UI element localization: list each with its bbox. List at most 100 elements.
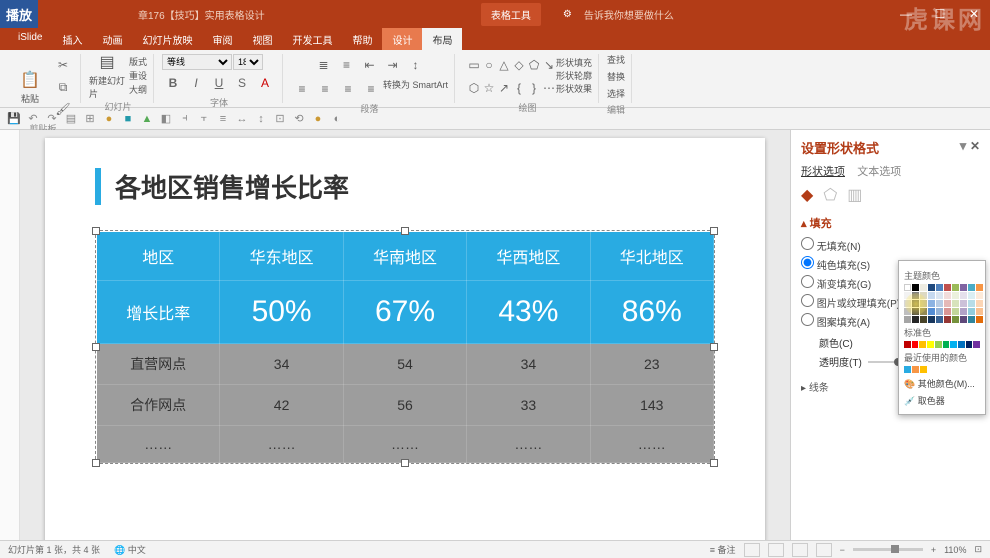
align-left-icon[interactable]: ≡ (291, 78, 313, 100)
cell[interactable]: …… (220, 426, 343, 463)
more-colors[interactable]: 🎨 其他颜色(M)... (904, 375, 980, 392)
zoom-slider[interactable] (853, 548, 923, 551)
ribbon-tab[interactable]: 帮助 (342, 28, 382, 50)
ribbon-tab[interactable]: 开发工具 (282, 28, 342, 50)
play-corner[interactable]: 播放 (0, 0, 38, 28)
outline-collapsed[interactable] (0, 130, 20, 540)
qat-btn[interactable]: ⊡ (272, 111, 288, 127)
cell[interactable]: 34 (220, 344, 343, 385)
reading-view-icon[interactable] (792, 543, 808, 557)
justify-icon[interactable]: ≡ (360, 78, 382, 100)
qat-btn[interactable]: ◐ (329, 111, 345, 127)
data-table[interactable]: 地区 华东地区 华南地区 华西地区 华北地区 增长比率 50% 67% 43% … (96, 231, 714, 463)
replace-btn[interactable]: 替换 (607, 71, 625, 84)
cell[interactable]: 86% (590, 281, 713, 344)
panel-close-icon[interactable]: ✕ (970, 139, 980, 153)
sorter-view-icon[interactable] (768, 543, 784, 557)
col-hdr[interactable]: 地区 (97, 232, 220, 281)
cell[interactable]: 54 (343, 344, 466, 385)
size-tab-icon[interactable]: ▥ (847, 185, 862, 205)
zoom-out[interactable]: − (840, 545, 845, 555)
cell[interactable]: …… (343, 426, 466, 463)
underline-icon[interactable]: U (208, 72, 230, 94)
bullets-icon[interactable]: ≣ (313, 54, 335, 76)
row-label[interactable]: …… (97, 426, 220, 463)
qat-btn[interactable]: ● (310, 111, 326, 127)
outline-btn[interactable]: 大纲 (129, 83, 147, 97)
cell[interactable]: 67% (343, 281, 466, 344)
new-slide[interactable]: ▤新建幻灯片 (89, 54, 125, 98)
fill-section[interactable]: ▴ 填充 (801, 215, 980, 231)
row-label[interactable]: 合作网点 (97, 385, 220, 426)
zoom-level[interactable]: 110% (944, 545, 966, 555)
indent-inc-icon[interactable]: ⇥ (382, 54, 404, 76)
row-label[interactable]: 直营网点 (97, 344, 220, 385)
language[interactable]: 🌐 中文 (114, 543, 146, 556)
qat-btn[interactable]: ▲ (139, 111, 155, 127)
ribbon-tab[interactable]: 插入 (52, 28, 92, 50)
reset-btn[interactable]: 重设 (129, 69, 147, 83)
cell[interactable]: 56 (343, 385, 466, 426)
qat-btn[interactable]: ■ (120, 111, 136, 127)
smartart-btn[interactable]: 转换为 SmartArt (383, 78, 448, 100)
tell-me[interactable]: 告诉我你想要做什么 (584, 7, 674, 22)
contextual-tab-table[interactable]: 表格工具 (481, 3, 541, 26)
font-select[interactable]: 等线 (162, 54, 232, 70)
shape-effect[interactable]: 形状效果 (556, 83, 592, 96)
qat-btn[interactable]: ≡ (215, 111, 231, 127)
col-hdr[interactable]: 华北地区 (590, 232, 713, 281)
bold-icon[interactable]: B (162, 72, 184, 94)
cell[interactable]: 50% (220, 281, 343, 344)
slideshow-icon[interactable] (816, 543, 832, 557)
qat-btn[interactable]: ⊞ (82, 111, 98, 127)
qat-btn[interactable]: ↕ (253, 111, 269, 127)
cell[interactable]: 42 (220, 385, 343, 426)
effects-tab-icon[interactable]: ⬠ (823, 185, 837, 205)
strike-icon[interactable]: S (231, 72, 253, 94)
cut-button[interactable]: ✂ (52, 54, 74, 76)
line-spacing-icon[interactable]: ↕ (405, 54, 427, 76)
ribbon-tab-design[interactable]: 设计 (382, 28, 422, 50)
cell[interactable]: 43% (467, 281, 590, 344)
ribbon-tab[interactable]: 视图 (242, 28, 282, 50)
ribbon-tab[interactable]: 审阅 (202, 28, 242, 50)
standard-swatches[interactable] (904, 341, 980, 348)
undo-icon[interactable]: ↶ (25, 111, 41, 127)
ribbon-tab[interactable]: 幻灯片放映 (132, 28, 202, 50)
table-selection[interactable]: 地区 华东地区 华南地区 华西地区 华北地区 增长比率 50% 67% 43% … (95, 230, 715, 464)
ribbon-tab[interactable]: iSlide (8, 28, 52, 50)
cell[interactable]: …… (467, 426, 590, 463)
eyedropper[interactable]: 💉 取色器 (904, 392, 980, 409)
recent-swatches[interactable] (904, 366, 980, 373)
cell[interactable]: 33 (467, 385, 590, 426)
paste-button[interactable]: 📋粘贴 (12, 65, 48, 109)
redo-icon[interactable]: ↷ (44, 111, 60, 127)
save-icon[interactable]: 💾 (6, 111, 22, 127)
fill-tab-icon[interactable]: ◆ (801, 185, 813, 205)
notes-toggle[interactable]: ≡ 备注 (710, 543, 736, 556)
numbering-icon[interactable]: ≡ (336, 54, 358, 76)
qat-btn[interactable]: ⟲ (291, 111, 307, 127)
cell[interactable]: 23 (590, 344, 713, 385)
shape-fill[interactable]: 形状填充 (556, 57, 592, 70)
layout-btn[interactable]: 版式 (129, 55, 147, 69)
qat-btn[interactable]: ● (101, 111, 117, 127)
col-hdr[interactable]: 华南地区 (343, 232, 466, 281)
col-hdr[interactable]: 华西地区 (467, 232, 590, 281)
shape-outline[interactable]: 形状轮廓 (556, 70, 592, 83)
align-center-icon[interactable]: ≡ (314, 78, 336, 100)
indent-dec-icon[interactable]: ⇤ (359, 54, 381, 76)
cell[interactable]: 34 (467, 344, 590, 385)
align-right-icon[interactable]: ≡ (337, 78, 359, 100)
find-btn[interactable]: 查找 (607, 54, 625, 67)
minimize-icon[interactable]: — (890, 0, 922, 28)
normal-view-icon[interactable] (744, 543, 760, 557)
size-select[interactable]: 18 (233, 54, 263, 70)
copy-button[interactable]: ⧉ (52, 76, 74, 98)
close-icon[interactable]: ✕ (958, 0, 990, 28)
maximize-icon[interactable]: ☐ (924, 0, 956, 28)
col-hdr[interactable]: 华东地区 (220, 232, 343, 281)
tab-text-options[interactable]: 文本选项 (857, 166, 901, 178)
ribbon-tab-layout[interactable]: 布局 (422, 28, 462, 50)
theme-swatches[interactable] (904, 284, 980, 323)
